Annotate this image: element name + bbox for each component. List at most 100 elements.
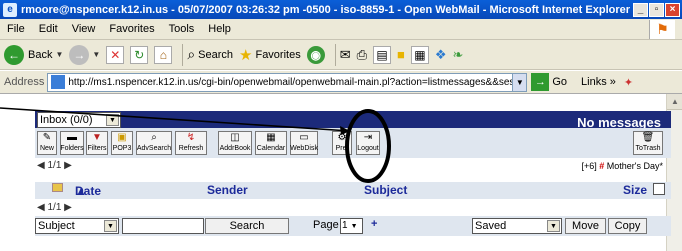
messenger-icon[interactable]: ❖ [435,47,447,63]
toolbar-divider [182,43,184,66]
chevron-down-icon: ▼ [547,220,560,232]
search-button[interactable]: ⌕ Search [187,46,233,63]
calendar-button[interactable]: ▦ Calendar [255,131,287,155]
totrash-label: ToTrash [635,145,661,152]
advsearch-button[interactable]: ⌕ AdvSearch [136,131,172,155]
edit-icon[interactable]: ▤ [373,45,392,64]
browser-toolbar: ← Back ▼ → ▼ ✕ ↻ ⌂ ⌕ Search ★ Favorites … [0,40,682,70]
prev-page-icon[interactable]: ◀ [37,202,45,213]
compose-icon: ✎ [42,132,52,143]
ie-icon: e [3,2,17,17]
chevron-down-icon[interactable]: ▼ [92,50,100,59]
search-submit-button[interactable]: Search [205,218,289,234]
search-field-select[interactable]: Subject ▼ [35,218,119,234]
menu-help[interactable]: Help [208,23,231,35]
search-move-bar: Subject ▼ Search Page 1 ▼ + Saved ▼ Move … [35,216,671,236]
go-arrow-icon: → [531,73,550,91]
page-icon [51,75,66,89]
chevron-down-icon[interactable]: ▼ [55,50,63,59]
go-label: Go [552,76,568,88]
search-icon: ⌕ [187,46,196,62]
back-arrow-icon: ← [4,44,24,65]
logout-icon: ⇥ [363,132,373,143]
pager-bottom: ◀ 1/1 ▶ [37,202,72,213]
forward-button[interactable]: → ▼ [69,44,100,65]
next-page-plus-link[interactable]: + [371,218,377,230]
next-page-icon[interactable]: ▶ [64,160,72,171]
forward-arrow-icon: → [69,44,90,65]
subject-column-header[interactable]: Subject [364,183,407,197]
page-content: ▲ No messages Inbox (0/0) ▼ ✎ New ▬ Folder… [0,94,682,251]
close-button[interactable]: × [665,2,680,17]
maximize-button[interactable]: ▫ [649,2,664,17]
new-label: New [39,145,54,152]
trash-icon: 🗑 [641,132,655,143]
chevron-down-icon[interactable]: ▼ [512,73,527,91]
folder-select-value: Inbox (0/0) [40,114,93,126]
addressbook-icon: ◫ [230,132,240,143]
window-title: rmoore@nspencer.k12.in.us - 05/07/2007 0… [21,3,631,16]
logout-label: Logout [357,145,379,152]
page-select[interactable]: 1 ▼ [340,218,363,234]
pref-button[interactable]: ⚙ Pref [332,131,352,155]
envelope-icon[interactable] [52,183,63,192]
copy-button[interactable]: Copy [608,218,647,234]
new-button[interactable]: ✎ New [37,131,57,155]
menu-edit[interactable]: Edit [39,23,58,35]
favorites-label: Favorites [255,48,301,61]
favorites-button[interactable]: ★ Favorites [239,46,301,64]
folder-select[interactable]: Inbox (0/0) ▼ [37,112,121,128]
menu-file[interactable]: File [7,23,25,35]
move-button[interactable]: Move [565,218,606,234]
back-label: Back [28,48,53,61]
prev-page-icon[interactable]: ◀ [37,160,45,171]
refresh-icon[interactable]: ↻ [130,45,149,64]
sender-column-header[interactable]: Sender [207,183,248,197]
folders-button[interactable]: ▬ Folders [60,131,84,155]
filters-button[interactable]: ▼ Filters [86,131,108,155]
search-input[interactable] [122,218,204,234]
totrash-button[interactable]: 🗑 ToTrash [633,131,663,155]
calendar-note-count: [+6] [581,161,597,171]
calendar-note[interactable]: [+6] # Mother's Day* [581,161,663,171]
refresh-label: Refresh [178,145,204,152]
message-list-header: Date ▲ Sender Subject Size [35,182,671,199]
home-icon[interactable]: ⌂ [154,45,173,64]
address-url[interactable]: http://ms1.nspencer.k12.in.us/cgi-bin/op… [68,77,512,88]
webmail-panel: No messages Inbox (0/0) ▼ ✎ New ▬ Folders … [35,108,675,251]
people-icon[interactable]: ❧ [453,47,464,63]
toolbar-extension-icon[interactable]: ✦ [624,76,633,89]
stop-icon[interactable]: ✕ [106,45,125,64]
size-column-header[interactable]: Size [623,183,647,197]
windows-logo-icon: ⚑ [649,19,675,39]
discuss-icon[interactable]: ■ [397,47,405,62]
menu-view[interactable]: View [72,23,96,35]
minimize-button[interactable]: _ [633,2,648,17]
gear-icon: ⚙ [337,132,347,143]
mail-icon[interactable]: ✉ [340,47,351,63]
destination-folder-select[interactable]: Saved ▼ [472,218,562,234]
print-icon[interactable]: ⎙ [357,47,367,63]
research-icon[interactable]: ▦ [410,45,429,64]
calendar-label: Calendar [256,145,286,152]
go-button[interactable]: → Go [531,73,567,91]
addrbook-button[interactable]: ◫ AddrBook [218,131,252,155]
back-button[interactable]: ← Back ▼ [0,44,63,65]
media-icon[interactable]: ◉ [306,45,325,64]
links-button[interactable]: Links » [581,76,616,88]
next-page-icon[interactable]: ▶ [64,202,72,213]
refresh-button[interactable]: ↯ Refresh [175,131,207,155]
filters-label: Filters [87,145,107,152]
logout-button[interactable]: ⇥ Logout [356,131,380,155]
menu-bar: File Edit View Favorites Tools Help ⚑ [0,19,682,40]
menu-tools[interactable]: Tools [169,23,195,35]
select-all-checkbox[interactable] [653,183,665,195]
webdisk-button[interactable]: ▭ WebDisk [290,131,318,155]
webdisk-label: WebDisk [290,145,318,152]
pop3-button[interactable]: ▣ POP3 [111,131,133,155]
address-input[interactable]: http://ms1.nspencer.k12.in.us/cgi-bin/op… [47,72,528,92]
star-icon: ★ [239,46,253,64]
menu-favorites[interactable]: Favorites [109,23,154,35]
sort-ascending-icon: ▲ [75,184,87,198]
webdisk-icon: ▭ [299,132,309,143]
